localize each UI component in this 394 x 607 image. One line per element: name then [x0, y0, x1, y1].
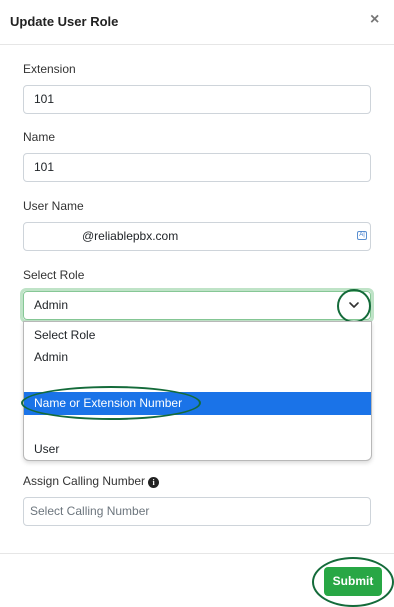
info-icon[interactable]: i [148, 477, 160, 488]
modal-title: Update User Role [10, 14, 119, 29]
calling-number-label: Assign Calling Number i [23, 474, 160, 488]
option-user[interactable]: User [24, 438, 371, 461]
footer-divider [0, 553, 394, 554]
submit-button[interactable]: Submit [324, 567, 382, 596]
autofill-icon[interactable]: A| [357, 231, 367, 240]
name-input[interactable]: 101 [23, 153, 371, 182]
calling-number-label-text: Assign Calling Number [23, 474, 146, 488]
close-icon[interactable]: × [370, 11, 379, 29]
role-label: Select Role [23, 268, 85, 282]
annotation-oval-highlight [21, 386, 201, 420]
username-input[interactable]: @reliablepbx.com [23, 222, 371, 251]
modal-header: Update User Role × [0, 0, 394, 45]
chevron-down-icon[interactable] [348, 299, 360, 311]
option-select-role[interactable]: Select Role [24, 324, 371, 347]
extension-input[interactable]: 101 [23, 85, 371, 114]
calling-number-select[interactable]: Select Calling Number [23, 497, 371, 526]
name-label: Name [23, 130, 56, 144]
option-admin[interactable]: Admin [24, 346, 371, 369]
extension-label: Extension [23, 62, 76, 76]
username-label: User Name [23, 199, 84, 213]
role-select[interactable]: Admin [23, 291, 371, 320]
